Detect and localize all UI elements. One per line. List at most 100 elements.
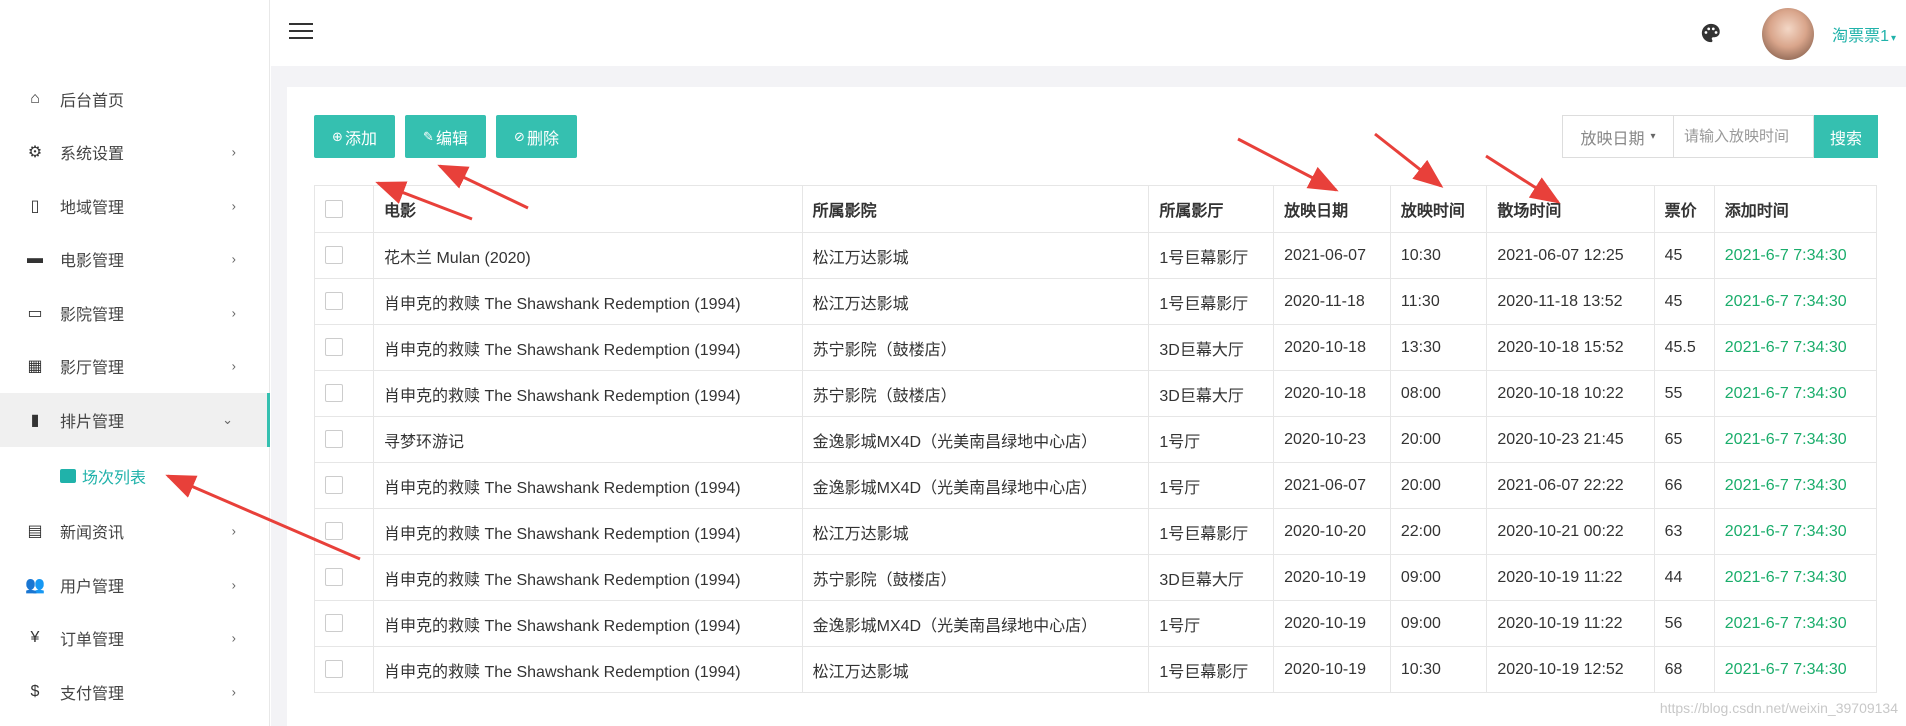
chevron-down-icon: ⌄ bbox=[222, 411, 233, 427]
table-cell: 肖申克的救赎 The Shawshank Redemption (1994) bbox=[373, 278, 803, 325]
chevron-right-icon: › bbox=[231, 358, 236, 374]
table-cell: 寻梦环游记 bbox=[373, 416, 803, 463]
row-checkbox[interactable] bbox=[325, 384, 343, 403]
sidebar-subitem-session-list[interactable]: 场次列表 bbox=[0, 447, 270, 505]
column-header[interactable]: 所属影院 bbox=[801, 185, 1150, 233]
table-row[interactable]: 肖申克的救赎 The Shawshank Redemption (1994) 松江… bbox=[313, 278, 1878, 325]
row-checkbox[interactable] bbox=[325, 430, 343, 449]
row-checkbox[interactable] bbox=[325, 522, 343, 541]
chevron-down-icon: ▾ bbox=[1650, 131, 1656, 142]
table-cell: 45.5 bbox=[1653, 324, 1715, 371]
chevron-right-icon: › bbox=[231, 198, 236, 214]
column-header[interactable]: 放映日期 bbox=[1273, 185, 1391, 233]
sidebar-item[interactable]: ▬ 电影管理 › bbox=[0, 233, 270, 287]
search-input[interactable] bbox=[1674, 115, 1814, 158]
column-header[interactable]: 票价 bbox=[1653, 185, 1715, 233]
sidebar-item[interactable]: ⚙ 系统设置 › bbox=[0, 126, 270, 180]
row-checkbox[interactable] bbox=[325, 568, 343, 587]
select-all-checkbox[interactable] bbox=[325, 199, 343, 218]
table-cell: 2020-10-20 bbox=[1273, 508, 1391, 555]
row-checkbox[interactable] bbox=[325, 246, 343, 265]
table-cell: 1号巨幕影厅 bbox=[1148, 646, 1275, 693]
table-cell: 2021-6-7 7:34:30 bbox=[1713, 370, 1878, 417]
table-cell: 肖申克的救赎 The Shawshank Redemption (1994) bbox=[373, 462, 803, 509]
row-checkbox[interactable] bbox=[325, 476, 343, 495]
table-row[interactable]: 花木兰 Mulan (2020) 松江万达影城 1号巨幕影厅 2021-06-07 10… bbox=[313, 232, 1878, 279]
column-header[interactable]: 所属影厅 bbox=[1148, 185, 1275, 233]
sidebar-item[interactable]: ▯ 地域管理 › bbox=[0, 179, 270, 233]
dollar-icon: $ bbox=[30, 682, 40, 700]
table-cell: 2020-10-21 00:22 bbox=[1486, 508, 1655, 555]
table-cell: 2020-10-19 11:22 bbox=[1486, 554, 1655, 601]
edit-button[interactable]: ✎ 编辑 bbox=[405, 115, 486, 158]
table-cell: 2020-10-19 bbox=[1273, 646, 1391, 693]
table-row[interactable]: 肖申克的救赎 The Shawshank Redemption (1994) 松江… bbox=[313, 646, 1878, 693]
sidebar-item[interactable]: ⌂ 后台首页 bbox=[0, 72, 270, 126]
table-row[interactable]: 寻梦环游记 金逸影城MX4D（光美南昌绿地中心店） 1号厅 2020-10-23 20:… bbox=[313, 416, 1878, 463]
chevron-right-icon: › bbox=[231, 523, 236, 539]
table-cell: 1号巨幕影厅 bbox=[1148, 278, 1275, 325]
column-header[interactable]: 放映时间 bbox=[1389, 185, 1488, 233]
sidebar-item[interactable]: $ 支付管理 › bbox=[0, 665, 270, 719]
row-checkbox[interactable] bbox=[325, 292, 343, 311]
delete-button[interactable]: ⊘ 删除 bbox=[496, 115, 577, 158]
row-checkbox[interactable] bbox=[325, 660, 343, 679]
sidebar: ⌂ 后台首页 ⚙ 系统设置 › ▯ 地域管理 › ▬ 电影管理 › ▭ 影院管理 › ▦ 影厅管理 › ▮ 排片管理… bbox=[0, 0, 270, 726]
table-cell: 松江万达影城 bbox=[801, 646, 1150, 693]
table-cell: 2020-10-23 bbox=[1273, 416, 1391, 463]
chevron-right-icon: › bbox=[231, 251, 236, 267]
table-row[interactable]: 肖申克的救赎 The Shawshank Redemption (1994) 金逸… bbox=[313, 462, 1878, 509]
table-cell: 2020-10-18 bbox=[1273, 324, 1391, 371]
avatar[interactable] bbox=[1762, 8, 1814, 60]
yen-icon: ¥ bbox=[30, 629, 40, 647]
table-row[interactable]: 肖申克的救赎 The Shawshank Redemption (1994) 苏宁… bbox=[313, 324, 1878, 371]
pencil-icon: ✎ bbox=[423, 128, 434, 144]
table-row[interactable]: 肖申克的救赎 The Shawshank Redemption (1994) 金逸… bbox=[313, 600, 1878, 647]
table-cell: 56 bbox=[1653, 600, 1715, 647]
row-checkbox[interactable] bbox=[325, 338, 343, 357]
screening-table: 电影 所属影院 所属影厅 放映日期 放映时间 散场时间 票价 添加时间 花木兰 Mulan (… bbox=[313, 185, 1878, 693]
table-cell: 2020-10-18 bbox=[1273, 370, 1391, 417]
date-filter-dropdown[interactable]: 放映日期 ▾ bbox=[1562, 115, 1674, 158]
sidebar-item-label: 电影管理 bbox=[60, 253, 125, 271]
table-cell: 2020-10-19 bbox=[1273, 600, 1391, 647]
table-cell: 45 bbox=[1653, 232, 1715, 279]
row-checkbox-cell bbox=[313, 278, 375, 325]
table-cell: 2020-10-19 11:22 bbox=[1486, 600, 1655, 647]
table-cell: 2021-6-7 7:34:30 bbox=[1713, 554, 1878, 601]
table-row[interactable]: 肖申克的救赎 The Shawshank Redemption (1994) 苏宁… bbox=[313, 370, 1878, 417]
sidebar-item[interactable]: 👥 用户管理 › bbox=[0, 558, 270, 612]
film-icon: ▬ bbox=[27, 250, 43, 268]
table-cell: 金逸影城MX4D（光美南昌绿地中心店） bbox=[801, 462, 1150, 509]
table-cell: 3D巨幕大厅 bbox=[1148, 324, 1275, 371]
plus-circle-icon: ⊕ bbox=[332, 128, 343, 144]
table-cell: 2021-6-7 7:34:30 bbox=[1713, 278, 1878, 325]
menu-toggle-icon[interactable] bbox=[289, 23, 313, 41]
table-cell: 苏宁影院（鼓楼店） bbox=[801, 554, 1150, 601]
sidebar-item[interactable]: ▦ 影厅管理 › bbox=[0, 340, 270, 394]
header-checkbox-cell bbox=[313, 185, 375, 233]
news-icon: ▤ bbox=[27, 523, 43, 541]
add-button[interactable]: ⊕ 添加 bbox=[314, 115, 395, 158]
sidebar-item[interactable]: ▮ 排片管理 ⌄ bbox=[0, 393, 270, 447]
column-header[interactable]: 电影 bbox=[373, 185, 803, 233]
table-row[interactable]: 肖申克的救赎 The Shawshank Redemption (1994) 苏宁… bbox=[313, 554, 1878, 601]
sidebar-subitem-label: 场次列表 bbox=[82, 469, 147, 487]
column-header[interactable]: 添加时间 bbox=[1713, 185, 1878, 233]
search-button[interactable]: 搜索 bbox=[1814, 115, 1878, 158]
table-cell: 2020-10-19 bbox=[1273, 554, 1391, 601]
column-header[interactable]: 散场时间 bbox=[1486, 185, 1655, 233]
sidebar-item[interactable]: ▭ 影院管理 › bbox=[0, 286, 270, 340]
palette-icon[interactable] bbox=[1700, 22, 1722, 44]
sidebar-item[interactable]: ▤ 新闻资讯 › bbox=[0, 505, 270, 559]
sidebar-item[interactable]: ¥ 订单管理 › bbox=[0, 612, 270, 666]
table-cell: 2021-6-7 7:34:30 bbox=[1713, 600, 1878, 647]
user-menu[interactable]: 淘票票1 ▾ bbox=[1832, 22, 1896, 46]
table-cell: 松江万达影城 bbox=[801, 508, 1150, 555]
sidebar-item-label: 影院管理 bbox=[60, 306, 125, 324]
chevron-right-icon: › bbox=[231, 577, 236, 593]
row-checkbox[interactable] bbox=[325, 614, 343, 633]
table-row[interactable]: 肖申克的救赎 The Shawshank Redemption (1994) 松江… bbox=[313, 508, 1878, 555]
user-name: 淘票票1 bbox=[1832, 28, 1889, 45]
table-cell: 09:00 bbox=[1389, 600, 1488, 647]
